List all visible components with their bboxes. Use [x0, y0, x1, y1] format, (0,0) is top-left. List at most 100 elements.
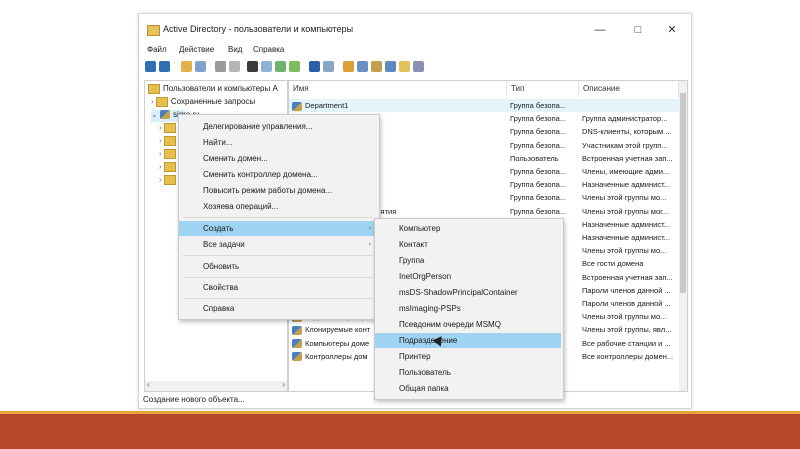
cell-description: Члены этой группы мог... [582, 206, 669, 216]
cell-type: Группа безопа... [510, 101, 567, 110]
cell-type: Группа безопа... [510, 193, 567, 203]
menu-properties[interactable]: Свойства [179, 280, 377, 295]
menu-separator [183, 217, 373, 218]
submenu-msmq-alias[interactable]: Псевдоним очереди MSMQ [375, 317, 561, 332]
folder-icon [163, 175, 176, 185]
cell-type: Группа безопа... [510, 167, 567, 176]
forward-icon[interactable] [159, 61, 170, 72]
submenu-group[interactable]: Группа [375, 253, 561, 268]
group-icon [292, 339, 302, 349]
submenu-printer[interactable]: Принтер [375, 349, 561, 364]
cell-name-text: Department1 [305, 101, 349, 110]
submenu-arrow-icon: › [368, 225, 371, 232]
new-user-icon[interactable] [343, 61, 354, 72]
properties-icon[interactable] [261, 61, 272, 72]
cell-description: Назначенные админист... [582, 180, 670, 190]
scroll-thumb[interactable] [680, 93, 686, 293]
submenu-computer[interactable]: Компьютер [375, 221, 561, 236]
tree-subfolder[interactable]: › [159, 123, 179, 135]
delete-icon[interactable] [247, 61, 258, 72]
menu-new[interactable]: Создать › [179, 221, 377, 236]
column-header-name[interactable]: Имя [289, 81, 507, 97]
cell-type: Группа безопа... [510, 140, 567, 150]
submenu-contact[interactable]: Контакт [375, 237, 561, 252]
cell-type: Группа безопа... [510, 114, 567, 124]
submenu-inetorgperson[interactable]: InetOrgPerson [375, 269, 561, 284]
menu-change-dc[interactable]: Сменить контроллер домена... [179, 167, 377, 182]
show-tree-icon[interactable] [195, 61, 206, 72]
cell-description: Члены этой группы мо... [582, 312, 667, 322]
tree-subfolder[interactable]: › [159, 149, 179, 161]
tree-subfolder[interactable]: › [159, 162, 179, 174]
cell-description: Все контроллеры домен... [582, 351, 674, 361]
tree-subfolder[interactable]: › [159, 175, 179, 187]
minimize-button[interactable]: — [585, 20, 615, 40]
tree-subfolder[interactable]: › [159, 136, 179, 148]
submenu-shadow-principal[interactable]: msDS-ShadowPrincipalContainer [375, 285, 561, 300]
domain-icon [159, 110, 170, 120]
export-icon[interactable] [289, 61, 300, 72]
new-ou-icon[interactable] [371, 61, 382, 72]
menu-view[interactable]: Вид [228, 45, 242, 54]
new-group-icon[interactable] [357, 61, 368, 72]
folder-icon [163, 123, 176, 133]
menu-separator [183, 277, 373, 278]
mmc-icon[interactable] [323, 61, 334, 72]
submenu-msimaging[interactable]: msImaging-PSPs [375, 301, 561, 316]
column-header-type[interactable]: Тип [507, 81, 579, 97]
menu-all-tasks-label: Все задачи [203, 240, 245, 249]
add-to-group-icon[interactable] [399, 61, 410, 72]
up-folder-icon[interactable] [181, 61, 192, 72]
menu-find[interactable]: Найти... [179, 135, 377, 150]
menu-help[interactable]: Справка [179, 301, 377, 316]
cell-description: Все гости домена [582, 259, 644, 269]
find-icon[interactable] [413, 61, 424, 72]
table-row[interactable]: Department1 Группа безопа... [289, 99, 679, 112]
menu-file[interactable]: Файл [147, 45, 167, 54]
submenu-user[interactable]: Пользователь [375, 365, 561, 380]
copy-icon[interactable] [229, 61, 240, 72]
menu-separator [183, 255, 373, 256]
group-icon [292, 352, 302, 362]
menu-help[interactable]: Справка [253, 45, 284, 54]
menu-all-tasks[interactable]: Все задачи › [179, 237, 377, 252]
submenu-shared-folder[interactable]: Общая папка [375, 381, 561, 396]
cell-description: Члены этой группы мо... [582, 193, 667, 203]
group-icon [292, 101, 302, 111]
submenu-ou[interactable]: Подразделение [375, 333, 561, 348]
menu-refresh[interactable]: Обновить [179, 259, 377, 274]
tree-hscroll[interactable]: ‹ › [145, 380, 287, 391]
chevron-down-icon[interactable]: ⌄ [151, 110, 158, 119]
menu-raise-functional-level[interactable]: Повысить режим работы домена... [179, 183, 377, 198]
title-bar[interactable]: Active Directory - пользователи и компью… [139, 14, 691, 46]
help-icon[interactable] [309, 61, 320, 72]
scroll-left-icon[interactable]: ‹ [147, 380, 150, 389]
scroll-right-icon[interactable]: › [282, 380, 285, 389]
cell-description: Встроенная учетная зап... [582, 272, 673, 282]
cell-description: Встроенная учетная зап... [582, 153, 673, 163]
folder-icon [163, 136, 176, 146]
menu-operations-masters[interactable]: Хозяева операций... [179, 199, 377, 214]
folder-icon [147, 25, 160, 36]
maximize-button[interactable]: □ [623, 20, 653, 40]
refresh-icon[interactable] [275, 61, 286, 72]
cut-icon[interactable] [215, 61, 226, 72]
cell-description: DNS-клиенты, которым ... [582, 127, 672, 137]
tree-root[interactable]: Пользователи и компьютеры A [148, 84, 278, 96]
submenu-new: Компьютер Контакт Группа InetOrgPerson m… [374, 218, 564, 400]
filter-icon[interactable] [385, 61, 396, 72]
back-icon[interactable] [145, 61, 156, 72]
column-header-description[interactable]: Описание [579, 81, 679, 97]
toolbar [143, 59, 683, 75]
close-button[interactable]: ✕ [657, 20, 687, 40]
menu-delegate-control[interactable]: Делегирование управления... [179, 119, 377, 134]
folder-icon [155, 97, 168, 107]
tree-item-saved-queries[interactable]: › Сохраненные запросы [151, 97, 255, 109]
chevron-right-icon[interactable]: › [151, 97, 154, 106]
menu-action[interactable]: Действие [179, 45, 214, 54]
cell-type: Группа безопа... [510, 180, 567, 190]
menu-change-domain[interactable]: Сменить домен... [179, 151, 377, 166]
menu-separator [183, 298, 373, 299]
list-vscroll[interactable] [679, 81, 687, 391]
cell-name-text: Контроллеры дом [305, 351, 368, 361]
